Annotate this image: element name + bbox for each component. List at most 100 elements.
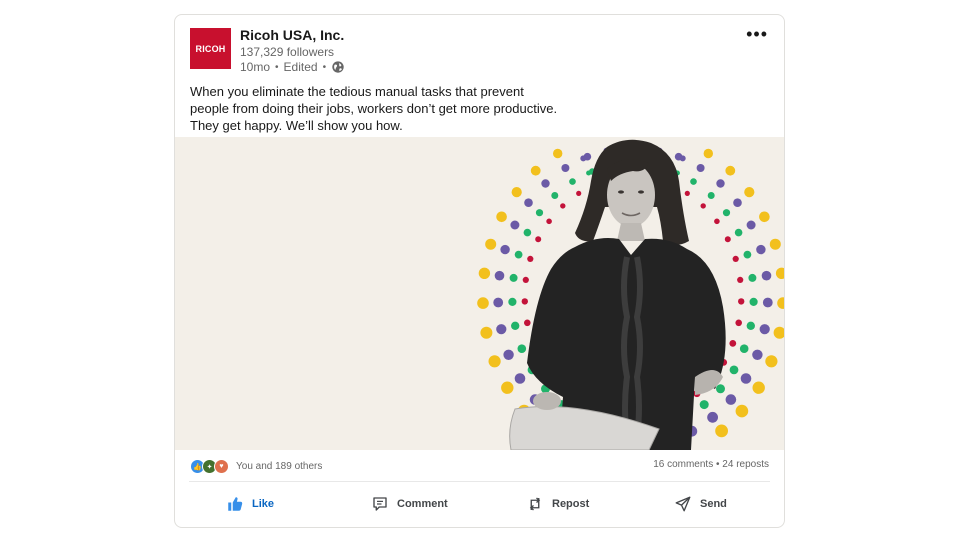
decorative-dot (509, 273, 518, 282)
decorative-dot (514, 373, 526, 384)
decorative-dot (511, 321, 520, 330)
decorative-dot (523, 228, 532, 237)
edited-label: Edited (283, 60, 318, 74)
decorative-dot (732, 255, 739, 262)
decorative-dot (480, 326, 493, 339)
decorative-dot (735, 319, 742, 327)
decorative-dot (541, 179, 550, 188)
decorative-dot (735, 404, 749, 418)
decorative-dot (524, 319, 531, 327)
decorative-dot (729, 365, 739, 375)
meta-separator: • (275, 61, 279, 73)
decorative-dot (734, 228, 743, 237)
logo-text: RICOH (195, 43, 226, 54)
decorative-dot (762, 297, 773, 308)
decorative-dot (503, 349, 514, 360)
decorative-dot (551, 192, 559, 199)
count-separator: • (716, 459, 720, 470)
decorative-dot (739, 344, 749, 353)
decorative-dot (501, 381, 514, 394)
decorative-dot (514, 250, 523, 259)
decorative-dot (722, 209, 731, 217)
decorative-dot (777, 297, 784, 309)
feed-post-card: RICOH Ricoh USA, Inc. 137,329 followers … (174, 14, 785, 528)
decorative-dot (510, 220, 520, 230)
repost-label: Repost (552, 498, 590, 510)
post-image[interactable] (175, 137, 784, 450)
send-label: Send (700, 498, 727, 510)
love-reaction-icon: ♥ (214, 459, 229, 474)
decorative-dot (769, 238, 781, 250)
action-bar: Like Comment Repost Send (175, 489, 784, 521)
decorative-dot (560, 203, 566, 209)
post-time: 10mo (240, 60, 271, 74)
decorative-dot (716, 179, 725, 188)
decorative-dot (493, 297, 504, 308)
decorative-dot (535, 236, 542, 243)
decorative-dot (733, 198, 742, 207)
decorative-dot (530, 165, 541, 176)
post-meta: 10mo • Edited • (240, 60, 345, 74)
decorative-dot (746, 220, 756, 230)
decorative-dot (583, 152, 592, 161)
comment-button[interactable]: Comment (371, 489, 448, 519)
decorative-dot (500, 244, 510, 255)
repost-count[interactable]: 24 reposts (722, 459, 769, 470)
company-logo[interactable]: RICOH (190, 28, 231, 69)
reaction-icons: 👍 ✦ ♥ (190, 459, 229, 474)
thumbs-up-icon (228, 497, 243, 511)
decorative-dot (725, 165, 736, 176)
reaction-summary[interactable]: 👍 ✦ ♥ You and 189 others (190, 459, 322, 474)
decorative-dot (744, 187, 755, 198)
decorative-dot (746, 321, 755, 330)
company-name[interactable]: Ricoh USA, Inc. (240, 27, 344, 43)
like-label: Like (252, 498, 275, 510)
decorative-dot (740, 373, 752, 384)
caption-line: When you eliminate the tedious manual ta… (190, 84, 524, 99)
decorative-dot (553, 148, 563, 159)
decorative-dot (707, 192, 715, 199)
decorative-dot (511, 187, 522, 198)
decorative-dot (485, 238, 497, 250)
decorative-dot (756, 244, 766, 255)
globe-icon (332, 61, 344, 73)
decorative-dot (524, 198, 533, 207)
comment-icon (373, 497, 387, 511)
decorative-dot (773, 326, 784, 339)
caption-line: They get happy. We’ll show you how. (190, 118, 403, 133)
like-button[interactable]: Like (226, 489, 274, 519)
woman-figure (509, 139, 726, 450)
decorative-dot (561, 164, 570, 172)
decorative-dot (715, 424, 728, 438)
engagement-counts: 16 comments • 24 reposts (653, 459, 769, 470)
decorative-dot (576, 190, 582, 196)
post-caption: When you eliminate the tedious manual ta… (190, 83, 560, 134)
send-button[interactable]: Send (674, 489, 727, 519)
decorative-dot (759, 211, 770, 223)
decorative-dot (496, 211, 507, 223)
decorative-dot (743, 250, 752, 259)
repost-button[interactable]: Repost (526, 489, 589, 519)
decorative-dot (679, 155, 686, 162)
decorative-dot (765, 355, 778, 368)
decorative-dot (521, 298, 528, 305)
decorative-dot (714, 218, 720, 225)
decorative-dot (535, 209, 544, 217)
comment-label: Comment (397, 498, 448, 510)
decorative-dot (738, 298, 745, 305)
decorative-dot (759, 324, 770, 335)
decorative-dot (700, 203, 706, 209)
decorative-dot (716, 384, 725, 394)
decorative-dot (496, 324, 507, 335)
comment-count[interactable]: 16 comments (653, 459, 713, 470)
decorative-dot (749, 297, 758, 306)
more-options-icon[interactable]: ••• (746, 25, 768, 43)
caption-line: people from doing their jobs, workers do… (190, 101, 558, 116)
decorative-dot (517, 344, 527, 353)
decorative-dot (508, 297, 517, 306)
decorative-dot (488, 355, 501, 368)
decorative-dot (752, 381, 765, 394)
repost-icon (529, 497, 541, 511)
decorative-dot (478, 267, 491, 279)
decorative-dot (703, 148, 713, 159)
